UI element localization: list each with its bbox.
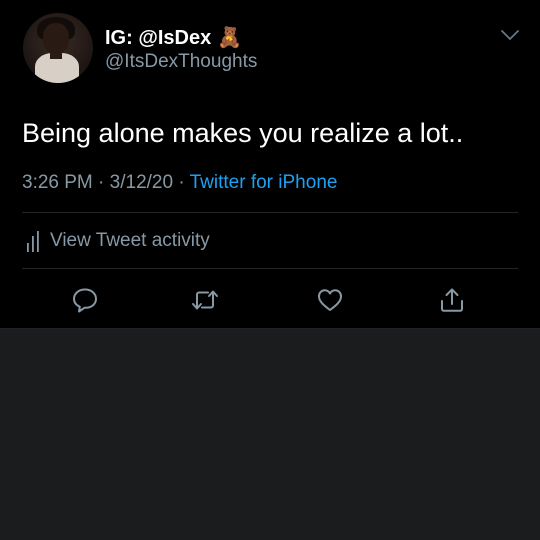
view-tweet-activity-link[interactable]: View Tweet activity — [26, 228, 210, 254]
reply-button[interactable] — [71, 286, 99, 314]
tweet-date[interactable]: 3/12/20 — [110, 172, 173, 193]
like-button[interactable] — [316, 286, 344, 314]
display-name-text: IG: @IsDex — [105, 27, 212, 49]
meta-separator: · — [98, 172, 105, 193]
divider — [22, 268, 518, 269]
display-name[interactable]: IG: @IsDex 🧸 — [105, 26, 242, 50]
tweet-text: Being alone makes you realize a lot.. — [22, 118, 464, 148]
share-button[interactable] — [438, 286, 466, 314]
heart-icon — [318, 289, 342, 311]
user-handle[interactable]: @ItsDexThoughts — [105, 51, 257, 73]
retweet-icon — [192, 290, 218, 310]
chevron-down-icon[interactable] — [500, 28, 520, 42]
tweet-meta: 3:26 PM · 3/12/20 · Twitter for iPhone — [22, 172, 337, 194]
bar-chart-icon — [27, 231, 39, 252]
retweet-button[interactable] — [191, 286, 219, 314]
meta-separator: · — [178, 172, 185, 193]
tweet-time[interactable]: 3:26 PM — [22, 172, 93, 193]
view-tweet-activity-label: View Tweet activity — [50, 230, 210, 251]
avatar[interactable] — [23, 13, 93, 83]
speech-bubble-icon — [73, 288, 97, 313]
divider — [22, 212, 518, 213]
share-icon — [441, 288, 463, 312]
teddy-bear-emoji: 🧸 — [217, 27, 243, 49]
tweet-card: IG: @IsDex 🧸 @ItsDexThoughts Being alone … — [0, 0, 540, 329]
tweet-source-link[interactable]: Twitter for iPhone — [190, 172, 338, 193]
empty-background-area — [0, 329, 540, 540]
avatar-face — [43, 23, 69, 53]
